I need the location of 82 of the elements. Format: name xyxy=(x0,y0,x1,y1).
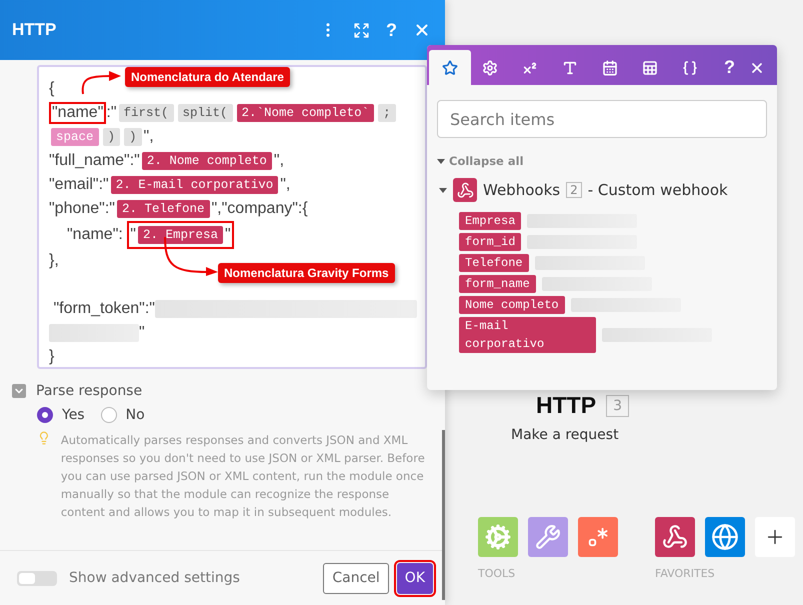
code-text: ", xyxy=(144,127,154,147)
code-text: { xyxy=(49,79,54,99)
table-icon xyxy=(642,60,658,76)
collapse-all-link[interactable]: Collapse all xyxy=(437,154,524,168)
code-text: "name": xyxy=(67,225,124,245)
hint-text: Automatically parses responses and converts JSON and XML responses so you don't need to use JSON or XML parser. Before you can use parsed JSON or XML content, run the module once manually so that the module can recognize the response content and allows you to map it in subsequent modules. xyxy=(60,432,426,521)
toolbar-tile[interactable] xyxy=(705,517,745,557)
gear-icon xyxy=(485,524,511,550)
variable-pill[interactable]: form_name xyxy=(459,275,536,293)
radio-option[interactable]: No xyxy=(100,407,145,423)
function-pill[interactable]: ) xyxy=(102,128,120,146)
star-icon xyxy=(442,60,458,76)
code-text: ", xyxy=(280,175,290,195)
variable-pill[interactable]: E-mail corporativo xyxy=(459,317,596,353)
group-label: FAVORITES xyxy=(655,567,716,580)
code-text: "phone":" xyxy=(49,199,115,219)
ok-button[interactable]: OK xyxy=(396,562,433,594)
variable-pill[interactable]: 2. Telefone xyxy=(116,200,210,218)
code-text: " xyxy=(130,226,136,244)
search-field[interactable]: Search items xyxy=(437,100,767,138)
chevron-icon[interactable] xyxy=(12,384,26,398)
code-editor[interactable] xyxy=(37,65,427,369)
variable-pill[interactable]: form_id xyxy=(459,233,522,251)
code-text: ","company":{ xyxy=(212,199,308,219)
annotation-callout: Nomenclatura do Atendare xyxy=(125,67,290,87)
help-glyph[interactable]: ? xyxy=(386,20,397,40)
function-pill[interactable]: first( xyxy=(118,104,174,122)
variable-pill[interactable]: 2. E-mail corporativo xyxy=(110,176,278,194)
help-glyph[interactable]: ? xyxy=(724,57,735,78)
code-text: }, xyxy=(49,251,59,271)
code-text: "form_token":" xyxy=(52,299,155,319)
superscript-icon xyxy=(522,60,538,76)
toggle-label: Show advanced settings xyxy=(69,570,241,586)
caret-icon[interactable] xyxy=(439,188,447,192)
module-number: 3 xyxy=(606,394,629,416)
toolbar-tile[interactable] xyxy=(528,517,568,557)
function-pill[interactable]: ; xyxy=(378,104,396,122)
function-pill[interactable]: ) xyxy=(124,128,142,146)
expand-icon[interactable] xyxy=(353,22,370,38)
code-text: "email":" xyxy=(49,175,109,195)
variable-pill[interactable]: 2.`Nome completo` xyxy=(236,104,374,122)
code-text: "full_name":" xyxy=(49,151,140,171)
variable-pill[interactable]: Nome completo xyxy=(459,296,565,314)
toolbar-tile[interactable] xyxy=(578,517,618,557)
toolbar-tile[interactable] xyxy=(655,517,695,557)
cancel-button[interactable]: Cancel xyxy=(323,562,389,594)
module-name: Webhooks xyxy=(483,181,560,199)
toolbar-tile[interactable] xyxy=(478,517,518,557)
radio-option[interactable]: Yes xyxy=(37,407,85,423)
panel-title: HTTP xyxy=(12,20,58,40)
code-text: "name" xyxy=(52,104,104,122)
calendar-icon xyxy=(602,60,618,76)
function-pill[interactable]: split( xyxy=(178,104,233,122)
lightbulb-icon xyxy=(37,431,51,445)
letter-icon xyxy=(562,60,578,76)
braces-icon xyxy=(682,60,698,76)
code-text: :" xyxy=(106,103,117,123)
module-title: HTTP xyxy=(536,392,596,419)
section-label: Parse response xyxy=(36,383,142,399)
module-subtitle: Make a request xyxy=(511,427,619,443)
panel-tab[interactable] xyxy=(429,50,471,85)
group-label: TOOLS xyxy=(478,567,516,580)
webhook-icon xyxy=(453,178,477,202)
variable-pill[interactable]: Telefone xyxy=(459,254,529,272)
variable-pill[interactable]: Empresa xyxy=(459,212,522,230)
toggle-switch[interactable] xyxy=(17,570,57,586)
code-text: " xyxy=(224,226,231,244)
annotation-callout: Nomenclatura Gravity Forms xyxy=(218,263,395,283)
code-text: " xyxy=(139,323,145,343)
code-text: ", xyxy=(274,151,284,171)
module-subtitle: - Custom webhook xyxy=(588,181,728,199)
module-number: 2 xyxy=(566,182,582,198)
webhook-icon xyxy=(662,524,688,550)
gear-icon xyxy=(482,60,498,76)
variable-pill[interactable]: 2. Empresa xyxy=(138,226,223,244)
globe-icon xyxy=(711,523,739,551)
regex-icon xyxy=(587,526,609,548)
toolbar-tile[interactable] xyxy=(755,517,795,557)
code-text: } xyxy=(49,347,54,367)
wrench-icon xyxy=(535,524,561,550)
arrow xyxy=(79,68,123,96)
variable-pill[interactable]: 2. Nome completo xyxy=(142,152,272,170)
